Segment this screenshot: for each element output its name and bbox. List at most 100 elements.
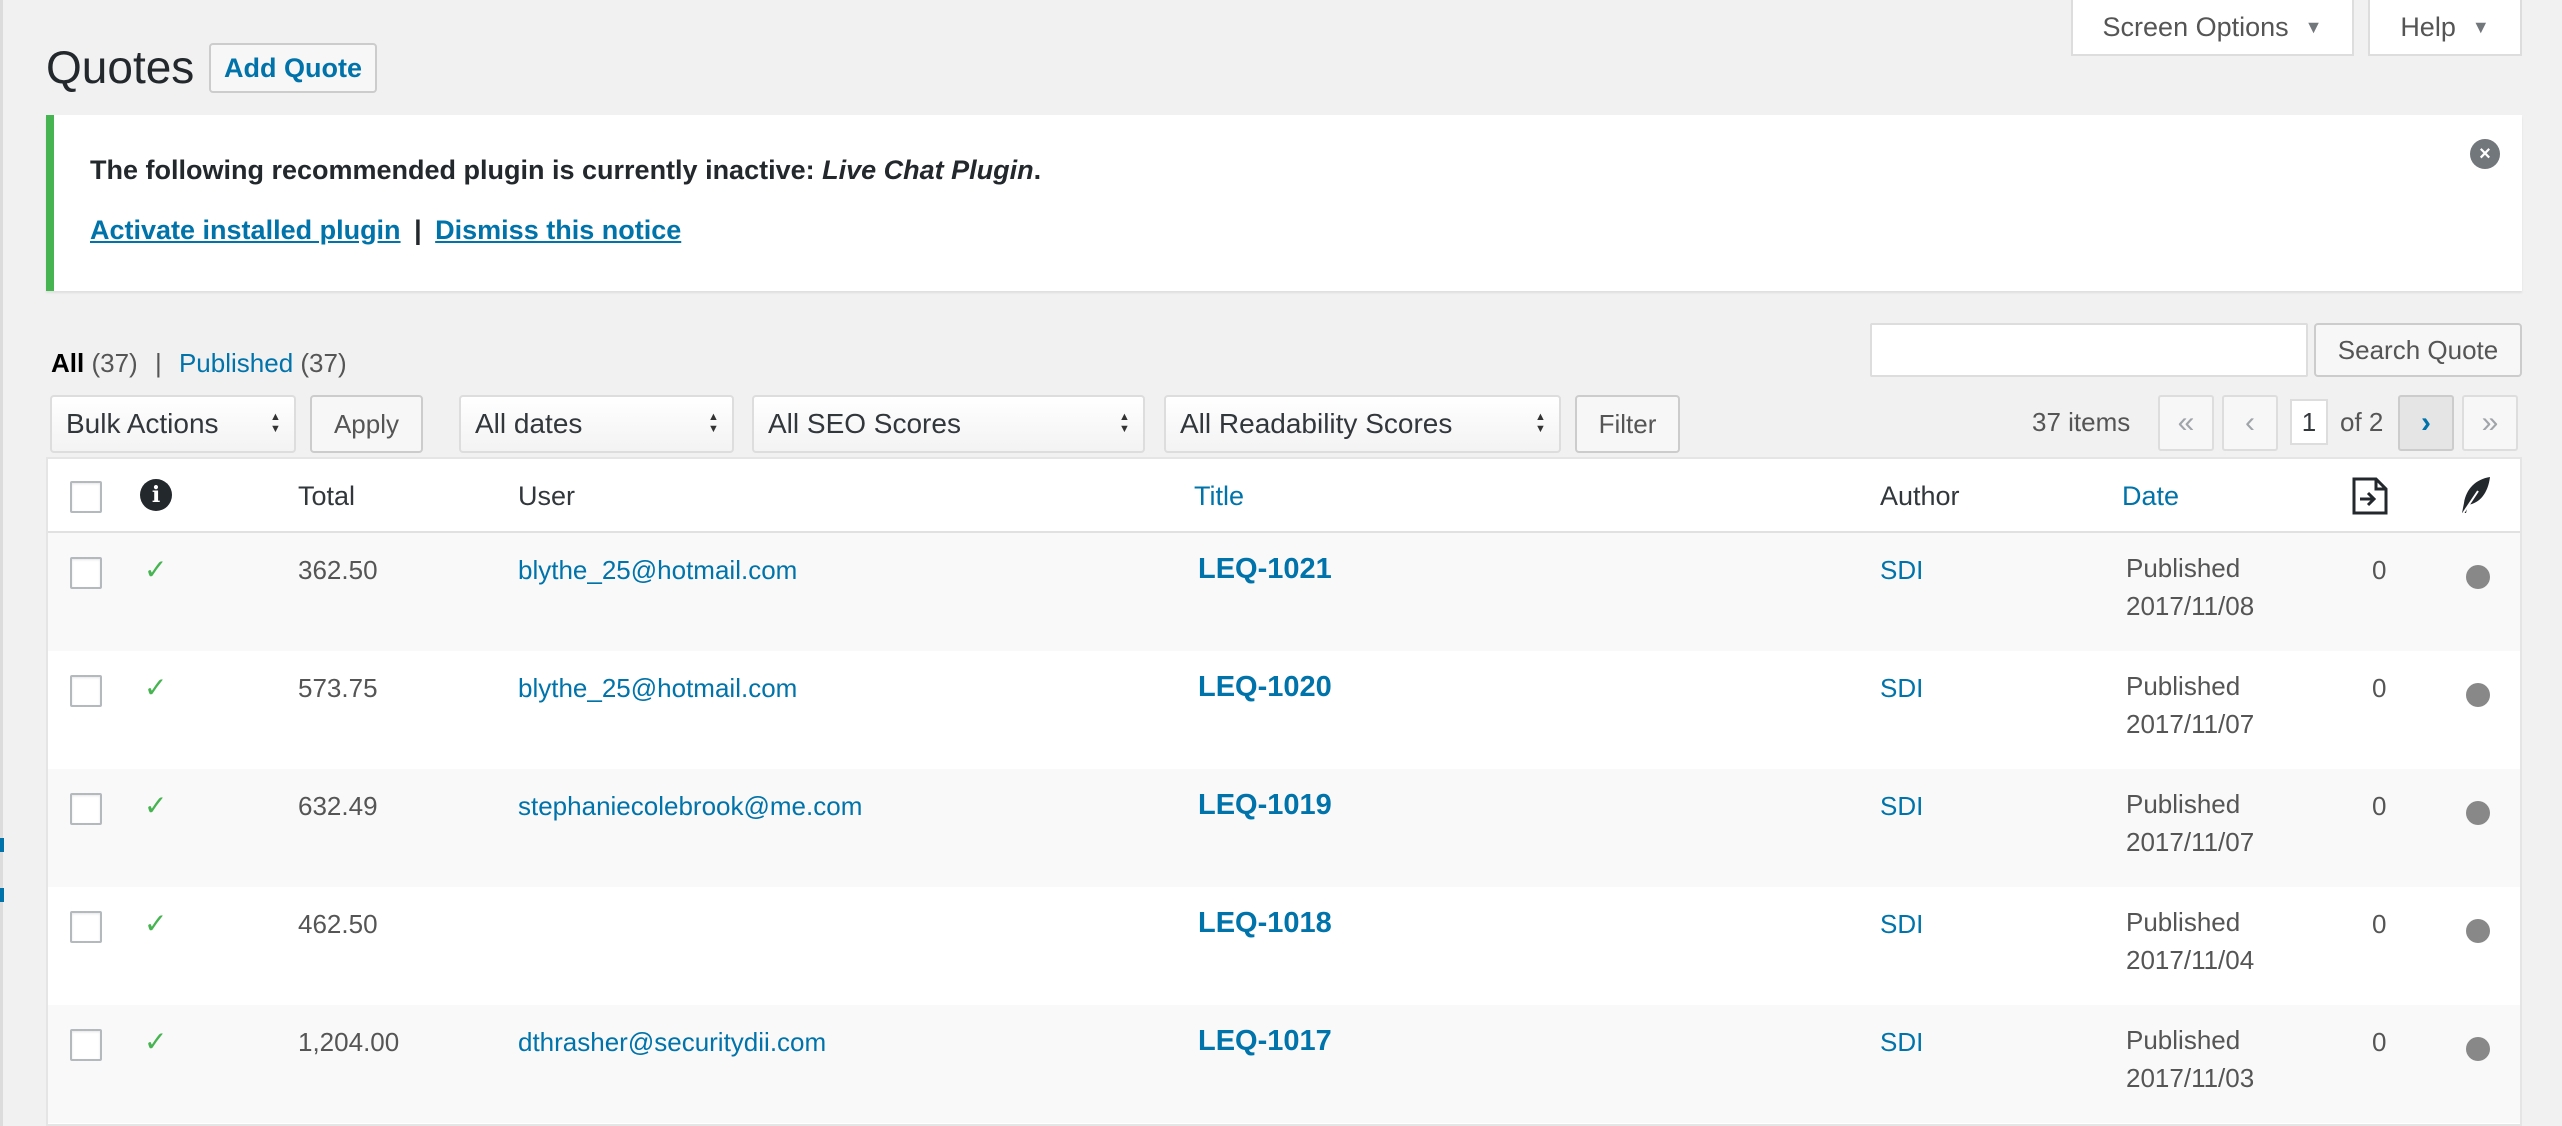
row-user-link[interactable]: dthrasher@securitydii.com [518,1027,826,1058]
feather-icon [2461,477,2490,516]
column-user: User [518,481,576,511]
row-status: Published [2126,553,2241,583]
checkmark-icon: ✓ [144,1026,168,1057]
row-checkbox[interactable] [70,793,102,825]
row-title-link[interactable]: LEQ-1020 [1198,671,1332,704]
apply-button[interactable]: Apply [310,395,423,453]
row-user-link[interactable]: blythe_25@hotmail.com [518,673,797,704]
caret-down-icon: ▼ [2304,16,2323,37]
row-total: 573.75 [298,673,378,703]
row-count: 0 [2372,555,2387,585]
row-title-link[interactable]: LEQ-1019 [1198,789,1332,822]
view-published-label: Published [178,348,294,378]
table-row: ✓ 1,204.00 dthrasher@securitydii.com LEQ… [48,1005,2520,1123]
row-date: Published 2017/11/07 [2126,667,2254,743]
admin-menu-marker [0,838,4,852]
select-arrows-icon: ▲ ▼ [1119,411,1130,435]
screen-options-label: Screen Options [2102,11,2289,42]
table-row: ✓ 362.50 blythe_25@hotmail.com LEQ-1021 … [48,533,2520,651]
column-date[interactable]: Date [2122,481,2179,512]
row-total: 362.50 [298,555,378,585]
select-arrows-icon: ▲ ▼ [1535,411,1546,435]
row-status: Published [2126,1025,2241,1055]
status-dot-icon [2466,1037,2490,1061]
row-author-link[interactable]: SDI [1880,791,1923,822]
seo-score-select[interactable]: All SEO Scores ▲ ▼ [752,395,1145,453]
last-page-button[interactable]: » [2462,395,2518,451]
seo-score-value: All SEO Scores [768,408,961,439]
document-count-icon [2352,477,2388,515]
search-quote-button[interactable]: Search Quote [2314,323,2522,377]
row-count: 0 [2372,673,2387,703]
row-user-link[interactable]: blythe_25@hotmail.com [518,555,797,586]
admin-menu-edge [0,0,3,1126]
column-author: Author [1880,481,1960,511]
date-filter-select[interactable]: All dates ▲ ▼ [459,395,734,453]
caret-down-icon: ▼ [2471,16,2490,37]
table-row: ✓ 462.50 LEQ-1018 SDI Published 2017/11/0… [48,887,2520,1005]
view-all-link[interactable]: All [51,348,84,378]
view-published-count: (37) [300,348,347,378]
table-header: i Total User Title Author Date [48,459,2520,533]
help-button[interactable]: Help ▼ [2368,0,2522,56]
dismiss-notice-link[interactable]: Dismiss this notice [435,215,681,245]
row-author-link[interactable]: SDI [1880,673,1923,704]
status-dot-icon [2466,565,2490,589]
column-title[interactable]: Title [1194,481,1244,512]
readability-score-value: All Readability Scores [1180,408,1453,439]
total-pages-text: of 2 [2340,407,2384,437]
notice-separator: | [414,215,422,245]
status-dot-icon [2466,919,2490,943]
screen-options-button[interactable]: Screen Options ▼ [2071,0,2354,56]
row-date: Published 2017/11/08 [2126,549,2254,625]
row-date: Published 2017/11/07 [2126,785,2254,861]
notice-actions: Activate installed plugin | Dismiss this… [90,215,681,246]
row-author-link[interactable]: SDI [1880,909,1923,940]
close-icon[interactable]: × [2470,139,2500,169]
items-count: 37 items [2032,407,2131,437]
notice-text-end: . [1033,155,1042,185]
view-all-label: All [51,348,85,378]
row-date-value: 2017/11/08 [2126,591,2255,621]
filter-button[interactable]: Filter [1575,395,1680,453]
view-all-count: (37) [91,348,138,378]
row-author-link[interactable]: SDI [1880,1027,1923,1058]
row-author-link[interactable]: SDI [1880,555,1923,586]
row-status: Published [2126,789,2241,819]
row-title-link[interactable]: LEQ-1017 [1198,1025,1332,1058]
status-dot-icon [2466,683,2490,707]
view-published-link[interactable]: Published [179,348,293,378]
readability-score-select[interactable]: All Readability Scores ▲ ▼ [1164,395,1561,453]
row-status: Published [2126,907,2241,937]
row-title-link[interactable]: LEQ-1018 [1198,907,1332,940]
row-checkbox[interactable] [70,911,102,943]
table-row: ✓ 573.75 blythe_25@hotmail.com LEQ-1020 … [48,651,2520,769]
checkmark-icon: ✓ [144,790,168,821]
current-page-input[interactable]: 1 [2290,399,2328,445]
row-user-link[interactable]: stephaniecolebrook@me.com [518,791,862,822]
quotes-table: i Total User Title Author Date ✓ 362.50 … [46,457,2522,1126]
row-checkbox[interactable] [70,1029,102,1061]
table-row: ✓ 632.49 stephaniecolebrook@me.com LEQ-1… [48,769,2520,887]
plugin-notice: The following recommended plugin is curr… [46,115,2522,291]
select-all-checkbox[interactable] [70,481,102,513]
row-count: 0 [2372,1027,2387,1057]
search-input[interactable] [1870,323,2308,377]
row-date: Published 2017/11/03 [2126,1021,2254,1097]
status-views: All (37) | Published (37) [51,348,347,379]
row-date-value: 2017/11/07 [2126,709,2255,739]
row-date-value: 2017/11/07 [2126,827,2255,857]
bulk-actions-select[interactable]: Bulk Actions ▲ ▼ [50,395,296,453]
next-page-button[interactable]: › [2398,395,2454,451]
status-dot-icon [2466,801,2490,825]
bulk-actions-value: Bulk Actions [66,408,219,439]
add-quote-button[interactable]: Add Quote [209,43,377,93]
row-count: 0 [2372,791,2387,821]
page-title: Quotes [46,41,195,93]
row-checkbox[interactable] [70,675,102,707]
activate-plugin-link[interactable]: Activate installed plugin [90,215,401,245]
row-checkbox[interactable] [70,557,102,589]
select-arrows-icon: ▲ ▼ [270,411,281,435]
checkmark-icon: ✓ [144,554,168,585]
row-title-link[interactable]: LEQ-1021 [1198,553,1332,586]
